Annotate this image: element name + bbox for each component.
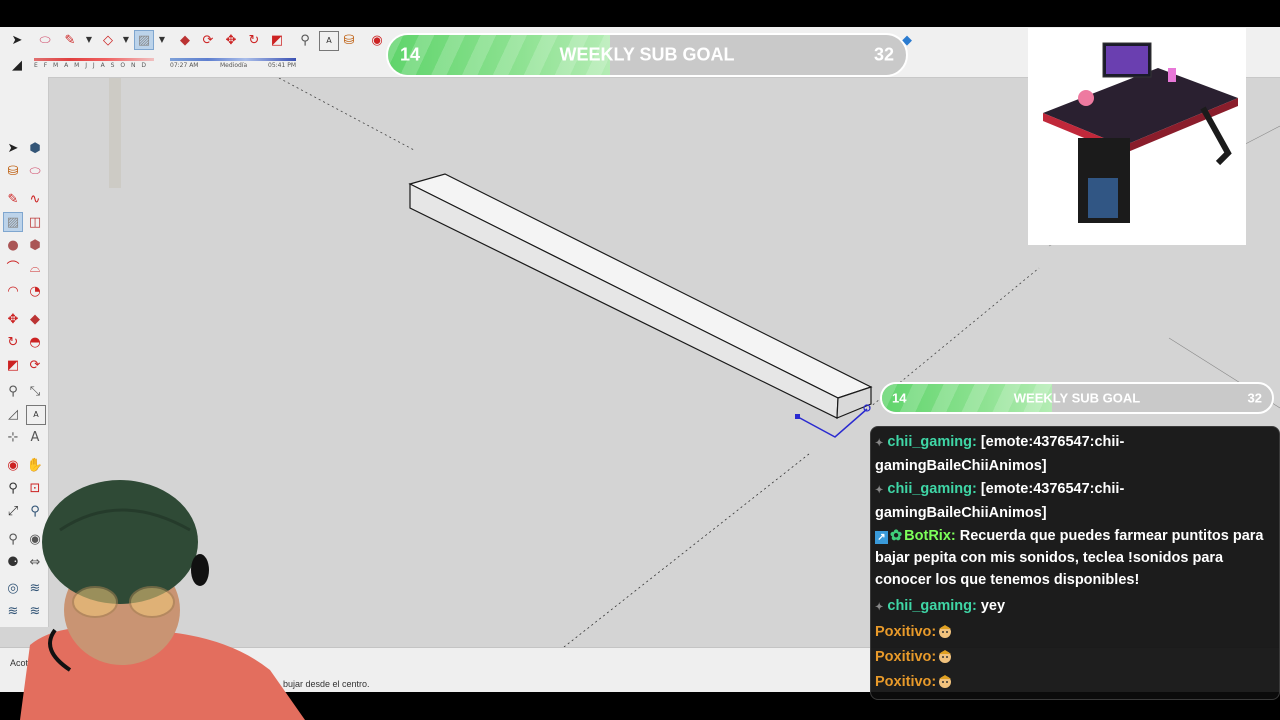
webcam-overlay (0, 470, 305, 720)
move-icon[interactable]: ✥ (4, 310, 22, 328)
emote-icon (939, 650, 952, 663)
three-point-arc-icon[interactable]: ◠ (4, 282, 22, 300)
chat-username: chii_gaming: (887, 481, 977, 497)
scale-figure-silhouette (109, 78, 121, 188)
shape-dropdown-icon[interactable]: ▼ (117, 31, 135, 49)
goal-target: 32 (873, 44, 894, 65)
headset-ear-icon (191, 554, 209, 586)
tape-measure-icon[interactable]: ⚲ (4, 382, 22, 400)
bot-badge-icon: ↗ (875, 531, 888, 544)
pencil-icon[interactable]: ✎ (61, 31, 79, 49)
select-icon[interactable]: ➤ (8, 31, 26, 49)
desk-leg (1200, 106, 1232, 166)
chat-username: Poxitivo: (875, 649, 937, 665)
glasses-left-lens (72, 586, 118, 618)
dimension-icon[interactable]: ⤡ (26, 382, 44, 400)
polygon-icon[interactable]: ⬢ (26, 236, 44, 254)
select-icon[interactable]: ➤ (4, 139, 22, 157)
shadow-time-mid: Mediodía (220, 62, 248, 69)
chat-username: chii_gaming: (887, 598, 977, 614)
shadow-time-slider[interactable]: 07:27 AM Mediodía 05:41 PM (170, 56, 296, 70)
rectangle-icon[interactable]: ▨ (3, 212, 23, 232)
push-pull-icon[interactable]: ◆ (176, 31, 194, 49)
goal-target: 32 (1247, 390, 1262, 406)
streamer-beanie (42, 480, 198, 604)
weekly-sub-goal-top: 14 WEEKLY SUB GOAL 32 (386, 33, 908, 77)
verified-badge-icon: ✿ (890, 528, 903, 544)
shadow-month-slider[interactable]: E F M A M J J A S O N D (34, 56, 154, 70)
pie-icon[interactable]: ◔ (26, 282, 44, 300)
chat-message: Poxitivo: (875, 671, 1271, 693)
chat-message: ✦ chii_gaming: [emote:4376547:chii-gamingB… (875, 431, 1271, 477)
pencil-dropdown-icon[interactable]: ▼ (80, 31, 98, 49)
shadow-time-end: 05:41 PM (268, 62, 296, 69)
tape-measure-icon[interactable]: ⚲ (296, 31, 314, 49)
chat-text: yey (980, 598, 1006, 614)
3d-text-icon[interactable]: A (26, 428, 44, 446)
scale-icon[interactable]: ◩ (4, 356, 22, 374)
selection-grip[interactable] (795, 414, 800, 419)
offset-icon[interactable]: ⟳ (26, 356, 44, 374)
axes-icon[interactable]: ⊹ (4, 428, 22, 446)
axis-red-dashed (563, 453, 810, 647)
text-icon[interactable]: A (319, 31, 339, 51)
freehand-icon[interactable]: ∿ (26, 190, 44, 208)
rotate-icon[interactable]: ↻ (4, 333, 22, 351)
protractor-icon[interactable]: ◿ (4, 405, 22, 423)
rotated-rectangle-icon[interactable]: ◫ (26, 213, 44, 231)
push-pull-icon[interactable]: ◆ (26, 310, 44, 328)
rectangle-icon[interactable]: ▨ (134, 30, 154, 50)
shape-icon[interactable]: ◇ (99, 31, 117, 49)
chat-username: Poxitivo: (875, 624, 937, 640)
desk-top (1043, 68, 1238, 146)
offset-icon[interactable]: ⟳ (199, 31, 217, 49)
chat-message: ↗ ✿ BotRix: Recuerda que puedes farmear pun… (875, 525, 1271, 591)
line-icon[interactable]: ✎ (4, 190, 22, 208)
two-point-arc-icon[interactable]: ⌓ (26, 259, 44, 277)
desk-product-image (1028, 28, 1246, 245)
shadow-month-labels: E F M A M J J A S O N D (34, 62, 148, 69)
emote-icon (939, 625, 952, 638)
sub-badge-icon: ✦ (875, 438, 884, 449)
emote-icon (939, 675, 952, 688)
text-icon[interactable]: A (26, 405, 46, 425)
rectangle-dropdown-icon[interactable]: ▼ (153, 31, 171, 49)
goal-current: 14 (892, 390, 907, 406)
follow-me-icon[interactable]: ◓ (26, 333, 44, 351)
goal-current: 14 (400, 44, 421, 65)
move-icon[interactable]: ✥ (222, 31, 240, 49)
chat-username: BotRix: (904, 528, 956, 544)
beam-front-face (409, 183, 839, 419)
chat-message: ✦ chii_gaming: yey (875, 595, 1271, 619)
glasses-right-lens (129, 586, 175, 618)
goal-label: WEEKLY SUB GOAL (1013, 390, 1141, 406)
stream-chat: ✦ chii_gaming: [emote:4376547:chii-gamingB… (870, 426, 1280, 700)
axis-green-dashed (278, 78, 415, 151)
rotate-icon[interactable]: ↻ (245, 31, 263, 49)
weekly-sub-goal-side: 14 WEEKLY SUB GOAL 32 (880, 382, 1274, 414)
orbit-icon[interactable]: ◉ (368, 31, 386, 49)
shadow-time-start: 07:27 AM (170, 62, 199, 69)
paint-bucket-icon[interactable]: ⛁ (4, 162, 22, 180)
chat-username: chii_gaming: (887, 434, 977, 450)
paint-bucket-icon[interactable]: ⛁ (340, 31, 358, 49)
chat-message: ✦ chii_gaming: [emote:4376547:chii-gamingB… (875, 478, 1271, 524)
arc-icon[interactable]: ⌒ (4, 259, 22, 277)
circle-icon[interactable]: ● (4, 236, 22, 254)
chat-message: Poxitivo: (875, 621, 1271, 643)
beam-top-face (408, 173, 873, 399)
sub-badge-icon: ✦ (875, 485, 884, 496)
scale-icon[interactable]: ◩ (268, 31, 286, 49)
sub-badge-icon: ✦ (875, 602, 884, 613)
eraser-icon[interactable]: ⬭ (36, 31, 54, 49)
component-icon[interactable]: ⬢ (26, 139, 44, 157)
chat-username: Poxitivo: (875, 674, 937, 690)
eraser-icon[interactable]: ⬭ (26, 162, 44, 180)
eraser-small-icon[interactable]: ◢ (8, 56, 26, 74)
goal-label: WEEKLY SUB GOAL (559, 44, 735, 65)
chat-message: Poxitivo: (875, 646, 1271, 668)
